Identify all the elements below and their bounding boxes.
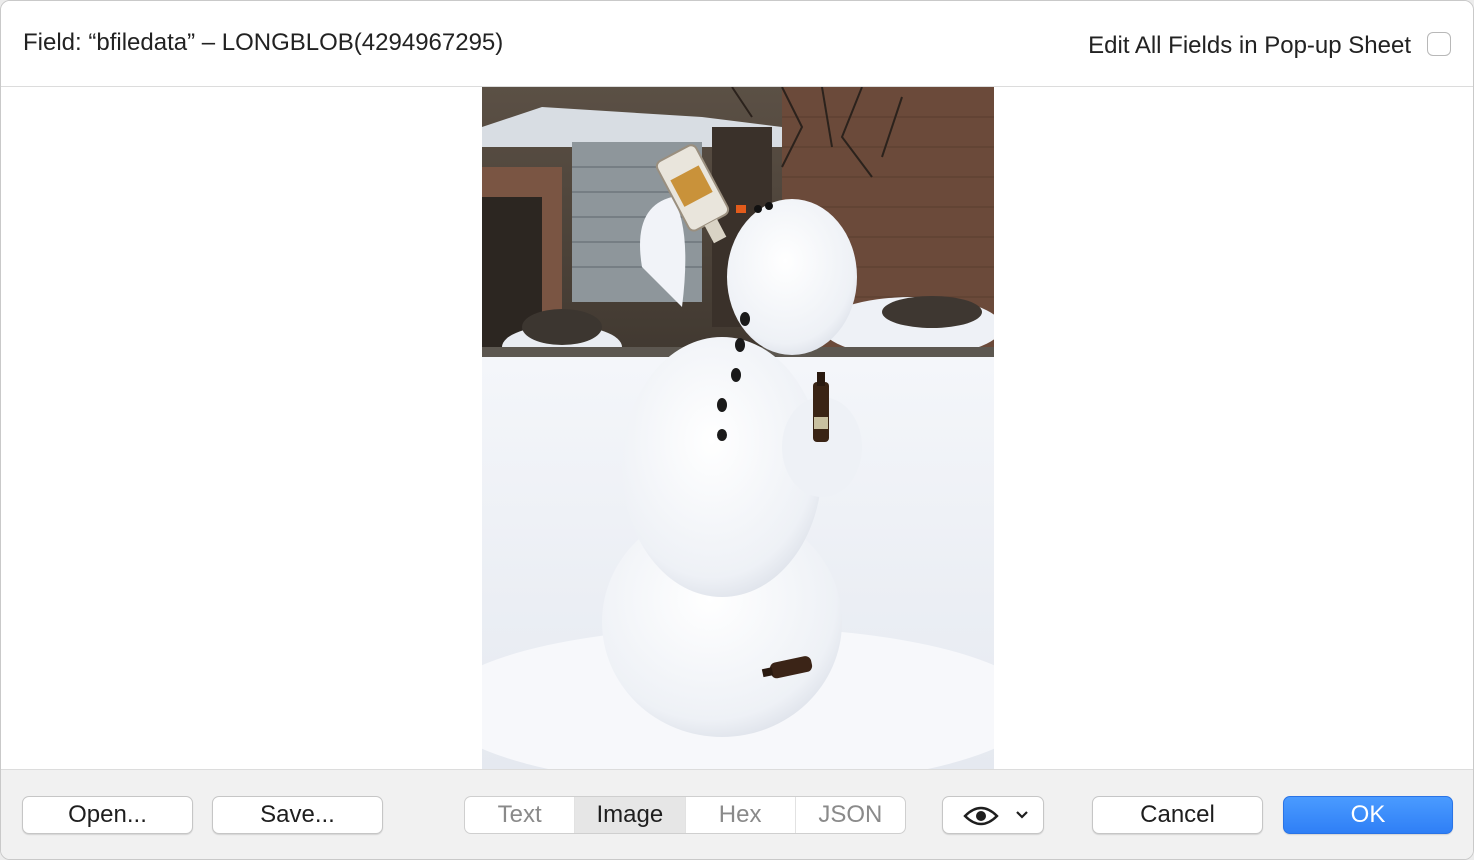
eye-icon (963, 806, 999, 826)
sheet-footer: Open... Save... Text Image Hex JSON Canc… (1, 769, 1473, 859)
mode-image-segment[interactable]: Image (575, 797, 686, 833)
image-viewer (1, 87, 1473, 769)
blob-image (482, 87, 994, 769)
save-button[interactable]: Save... (212, 796, 383, 834)
edit-all-fields-checkbox[interactable] (1427, 32, 1451, 56)
edit-all-fields-label: Edit All Fields in Pop-up Sheet (1088, 32, 1411, 59)
mode-hex-segment[interactable]: Hex (686, 797, 796, 833)
mode-json-segment[interactable]: JSON (796, 797, 905, 833)
sheet-header: Field: “bfiledata” – LONGBLOB(4294967295… (1, 1, 1473, 87)
mode-text-segment[interactable]: Text (465, 797, 576, 833)
open-button[interactable]: Open... (22, 796, 193, 834)
ok-button[interactable]: OK (1283, 796, 1453, 834)
field-editor-sheet: Field: “bfiledata” – LONGBLOB(4294967295… (0, 0, 1474, 860)
view-options-popup-button[interactable] (942, 796, 1044, 834)
cancel-button[interactable]: Cancel (1092, 796, 1263, 834)
view-mode-segmented-control: Text Image Hex JSON (464, 796, 906, 834)
field-title: Field: “bfiledata” – LONGBLOB(4294967295… (23, 29, 504, 56)
chevron-down-icon (1016, 811, 1028, 819)
